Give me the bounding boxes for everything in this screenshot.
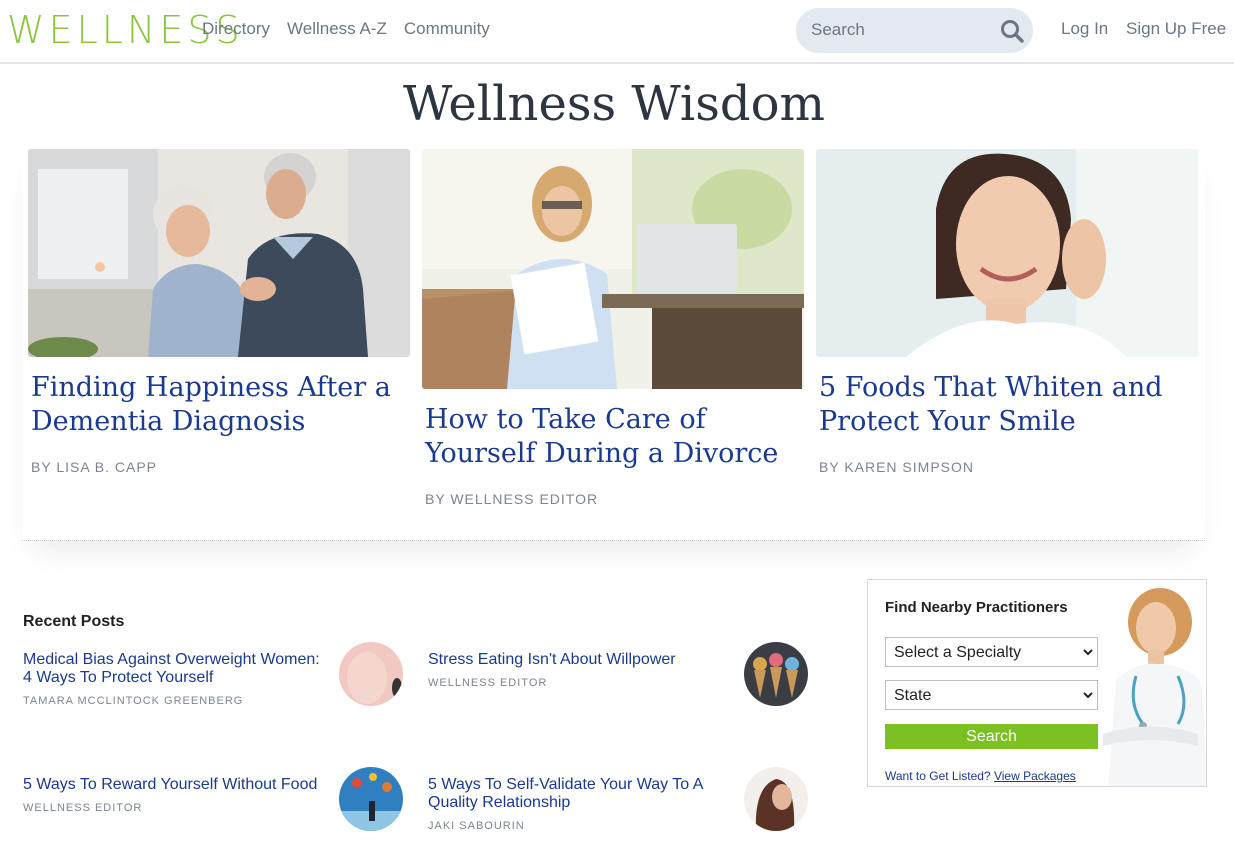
recent-post: Medical Bias Against Overweight Women: 4…: [23, 642, 413, 751]
article-image-smiling-woman[interactable]: [816, 149, 1198, 357]
view-packages-link[interactable]: View Packages: [994, 769, 1076, 783]
main-nav: Directory Wellness A-Z Community: [202, 19, 490, 39]
practitioner-finder: Find Nearby Practitioners Select a Speci…: [867, 579, 1207, 787]
recent-post-author: WELLNESS EDITOR: [428, 677, 548, 689]
get-listed: Want to Get Listed? View Packages: [885, 769, 1076, 783]
signup-link[interactable]: Sign Up Free: [1126, 19, 1226, 39]
login-link[interactable]: Log In: [1061, 19, 1108, 39]
specialty-select[interactable]: Select a Specialty: [885, 637, 1098, 667]
recent-post-title[interactable]: Stress Eating Isn't About Willpower: [428, 651, 728, 669]
recent-posts-heading: Recent Posts: [23, 613, 125, 630]
featured-byline: BY KAREN SIMPSON: [819, 459, 975, 475]
get-listed-text: Want to Get Listed?: [885, 769, 991, 783]
search-input[interactable]: [811, 19, 991, 41]
article-image-woman-reading[interactable]: [422, 149, 804, 389]
post-thumbnail[interactable]: [339, 767, 403, 831]
recent-post-author: WELLNESS EDITOR: [23, 802, 143, 814]
recent-post-title[interactable]: Medical Bias Against Overweight Women: 4…: [23, 651, 323, 687]
featured-card: How to Take Care of Yourself During a Di…: [422, 149, 804, 507]
recent-post-author: JAKI SABOURIN: [428, 820, 525, 832]
featured-card: 5 Foods That Whiten and Protect Your Smi…: [816, 149, 1198, 475]
featured-title[interactable]: 5 Foods That Whiten and Protect Your Smi…: [816, 371, 1198, 439]
featured-byline: BY LISA B. CAPP: [31, 459, 158, 475]
featured-card: Finding Happiness After a Dementia Diagn…: [28, 149, 410, 475]
doctor-illustration: [1103, 588, 1206, 786]
practitioner-search-button[interactable]: Search: [885, 724, 1098, 749]
nav-community[interactable]: Community: [404, 19, 490, 39]
nav-directory[interactable]: Directory: [202, 19, 270, 39]
post-thumbnail[interactable]: [339, 642, 403, 706]
featured-title[interactable]: How to Take Care of Yourself During a Di…: [422, 403, 804, 471]
article-image-couple-dancing[interactable]: [28, 149, 410, 357]
recent-post: Stress Eating Isn't About Willpower WELL…: [428, 642, 818, 751]
recent-post-title[interactable]: 5 Ways To Self-Validate Your Way To A Qu…: [428, 776, 728, 812]
featured-title[interactable]: Finding Happiness After a Dementia Diagn…: [28, 371, 410, 439]
widget-heading: Find Nearby Practitioners: [885, 599, 1068, 616]
recent-post: 5 Ways To Reward Yourself Without Food W…: [23, 767, 413, 865]
post-thumbnail[interactable]: [744, 642, 808, 706]
search-icon[interactable]: [999, 18, 1025, 44]
featured-byline: BY WELLNESS EDITOR: [425, 491, 599, 507]
recent-post-author: TAMARA MCCLINTOCK GREENBERG: [23, 695, 244, 707]
featured-articles: Finding Happiness After a Dementia Diagn…: [22, 146, 1205, 541]
page-title: Wellness Wisdom: [403, 76, 825, 132]
state-select[interactable]: State: [885, 680, 1098, 710]
site-header: WELLNESS Directory Wellness A-Z Communit…: [0, 0, 1234, 64]
nav-wellness-a-z[interactable]: Wellness A-Z: [287, 19, 387, 39]
recent-post: 5 Ways To Self-Validate Your Way To A Qu…: [428, 767, 818, 865]
search-box: [796, 8, 1033, 53]
post-thumbnail[interactable]: [744, 767, 808, 831]
recent-post-title[interactable]: 5 Ways To Reward Yourself Without Food: [23, 776, 323, 794]
